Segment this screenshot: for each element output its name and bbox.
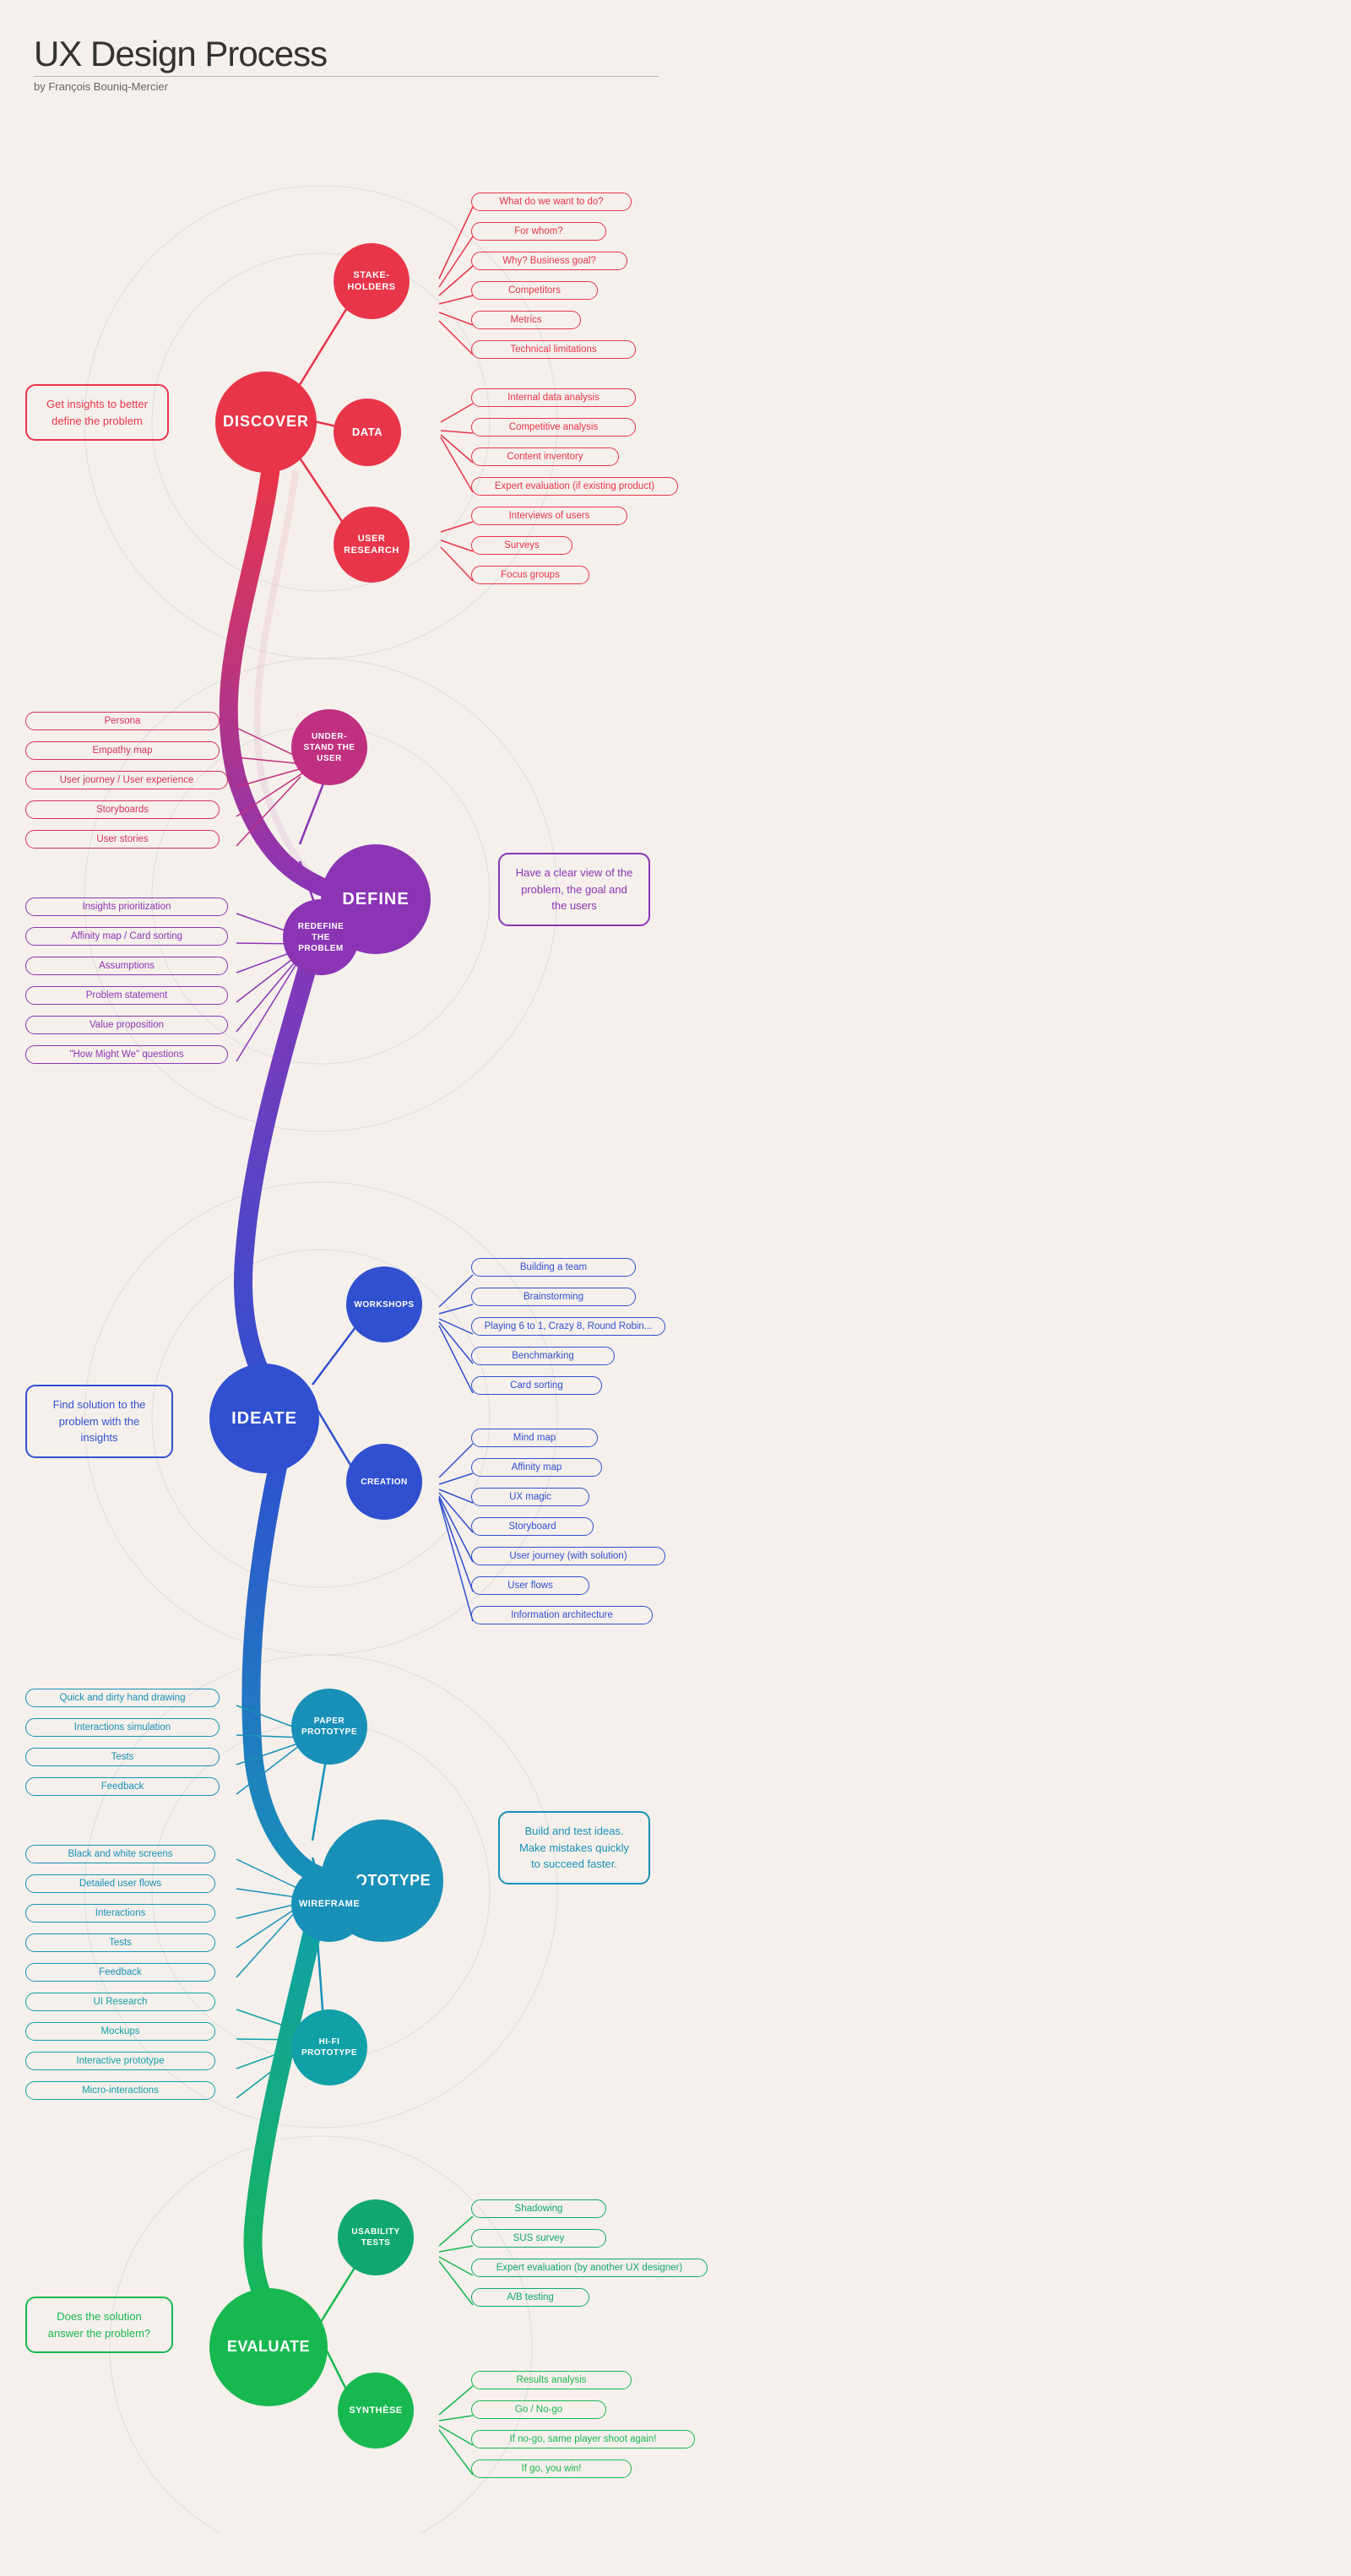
tag-stakeholders-2: For whom?	[471, 222, 606, 241]
tag-synthese-1: Results analysis	[471, 2371, 632, 2389]
tag-workshops-1: Building a team	[471, 1258, 636, 1277]
tag-data-1: Internal data analysis	[471, 388, 636, 407]
tag-redefine-4: Problem statement	[25, 986, 228, 1005]
tag-workshops-5: Card sorting	[471, 1376, 602, 1395]
tag-creation-4: Storyboard	[471, 1517, 594, 1536]
tag-hifi-2: Mockups	[25, 2022, 215, 2041]
tag-stakeholders-1: What do we want to do?	[471, 193, 632, 211]
tag-hifi-3: Interactive prototype	[25, 2052, 215, 2070]
understand-node: Under- stand the user	[291, 709, 367, 785]
tag-creation-2: Affinity map	[471, 1458, 602, 1477]
stakeholders-node: Stake- holders	[334, 243, 410, 319]
tag-synthese-2: Go / No-go	[471, 2400, 606, 2419]
creation-node: Creation	[346, 1444, 422, 1520]
page-subtitle: by François Bouniq-Mercier	[34, 76, 659, 93]
tag-creation-7: Information architecture	[471, 1606, 653, 1624]
page-container: UX Design Process by François Bouniq-Mer…	[0, 0, 676, 152]
tag-understand-3: User journey / User experience	[25, 771, 228, 789]
tag-understand-4: Storyboards	[25, 800, 220, 819]
tag-workshops-3: Playing 6 to 1, Crazy 8, Round Robin...	[471, 1317, 665, 1336]
synthese-node: Synthèse	[338, 2373, 414, 2449]
tag-creation-3: UX magic	[471, 1488, 589, 1506]
tag-stakeholders-4: Competitors	[471, 281, 598, 300]
tag-paper-4: Feedback	[25, 1777, 220, 1796]
tag-understand-1: Persona	[25, 712, 220, 730]
ideate-desc-box: Find solution to the problem with the in…	[25, 1385, 173, 1458]
tag-redefine-1: Insights prioritization	[25, 898, 228, 916]
tag-wireframe-4: Tests	[25, 1933, 215, 1952]
tag-data-3: Content inventory	[471, 447, 619, 466]
tag-usability-1: Shadowing	[471, 2199, 606, 2218]
tag-understand-2: Empathy map	[25, 741, 220, 760]
workshops-node: Workshops	[346, 1266, 422, 1342]
evaluate-desc-box: Does the solution answer the problem?	[25, 2297, 173, 2353]
tag-creation-5: User journey (with solution)	[471, 1547, 665, 1565]
define-desc-box: Have a clear view of the problem, the go…	[498, 853, 650, 926]
user-research-node: User research	[334, 507, 410, 583]
tag-usability-2: SUS survey	[471, 2229, 606, 2248]
tag-hifi-1: UI Research	[25, 1993, 215, 2011]
tag-workshops-2: Brainstorming	[471, 1288, 636, 1306]
tag-workshops-4: Benchmarking	[471, 1347, 615, 1365]
wireframe-node: Wireframe	[291, 1866, 367, 1942]
tag-data-2: Competitive analysis	[471, 418, 636, 437]
tag-synthese-3: If no-go, same player shoot again!	[471, 2430, 695, 2449]
tag-synthese-4: If go, you win!	[471, 2459, 632, 2478]
tag-redefine-6: "How Might We" questions	[25, 1045, 228, 1064]
tag-redefine-2: Affinity map / Card sorting	[25, 927, 228, 946]
discover-desc-box: Get insights to better define the proble…	[25, 384, 169, 441]
tag-wireframe-3: Interactions	[25, 1904, 215, 1923]
tag-hifi-4: Micro-interactions	[25, 2081, 215, 2100]
ideate-node: IDEATE	[209, 1364, 319, 1473]
tag-wireframe-1: Black and white screens	[25, 1845, 215, 1863]
title-section: UX Design Process by François Bouniq-Mer…	[17, 34, 659, 93]
evaluate-node: EVALUATE	[209, 2288, 328, 2406]
redefine-node: Redefine the problem	[283, 899, 359, 975]
tag-redefine-5: Value proposition	[25, 1016, 228, 1034]
tag-paper-1: Quick and dirty hand drawing	[25, 1689, 220, 1707]
tag-creation-1: Mind map	[471, 1429, 598, 1447]
usability-node: Usability tests	[338, 2199, 414, 2275]
tag-redefine-3: Assumptions	[25, 957, 228, 975]
tag-understand-5: User stories	[25, 830, 220, 849]
tag-paper-3: Tests	[25, 1748, 220, 1766]
tag-stakeholders-5: Metrics	[471, 311, 581, 329]
discover-node: DISCOVER	[215, 371, 317, 473]
paper-prototype-node: Paper prototype	[291, 1689, 367, 1765]
tag-paper-2: Interactions simulation	[25, 1718, 220, 1737]
tag-wireframe-5: Feedback	[25, 1963, 215, 1982]
tag-data-4: Expert evaluation (if existing product)	[471, 477, 678, 496]
tag-ur-3: Focus groups	[471, 566, 589, 584]
tag-wireframe-2: Detailed user flows	[25, 1874, 215, 1893]
data-node: Data	[334, 399, 401, 466]
tag-ur-1: Interviews of users	[471, 507, 627, 525]
hifi-node: Hi-Fi prototype	[291, 2009, 367, 2085]
prototype-desc-box: Build and test ideas. Make mistakes quic…	[498, 1811, 650, 1885]
page-title: UX Design Process	[34, 34, 659, 74]
tag-stakeholders-3: Why? Business goal?	[471, 252, 627, 270]
tag-stakeholders-6: Technical limitations	[471, 340, 636, 359]
tag-usability-3: Expert evaluation (by another UX designe…	[471, 2259, 708, 2277]
tag-creation-6: User flows	[471, 1576, 589, 1595]
tag-ur-2: Surveys	[471, 536, 572, 555]
tag-usability-4: A/B testing	[471, 2288, 589, 2307]
